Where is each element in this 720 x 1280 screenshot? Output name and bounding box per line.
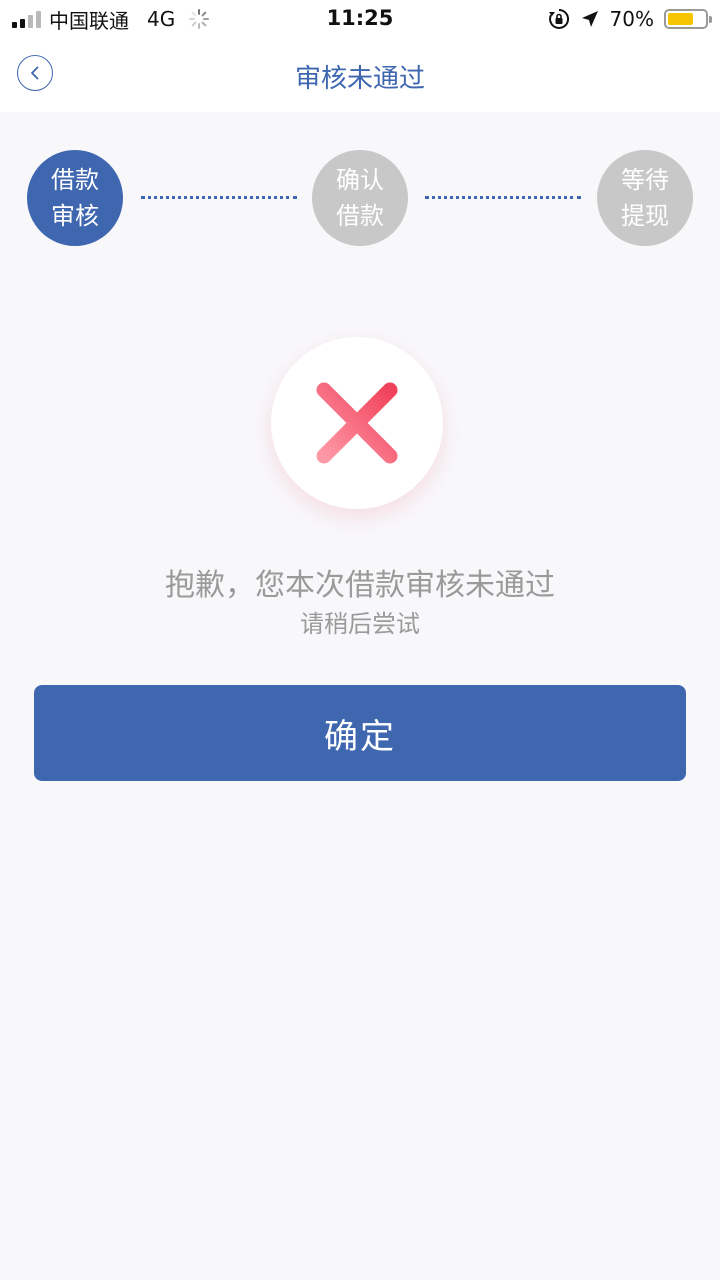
step-loan-review: 借款 审核 xyxy=(27,150,123,246)
battery-icon xyxy=(664,9,712,29)
step-label-line2: 借款 xyxy=(336,202,384,230)
step-await-withdrawal: 等待 提现 xyxy=(597,150,693,246)
step-label-line1: 借款 xyxy=(51,166,99,194)
step-confirm-loan: 确认 借款 xyxy=(312,150,408,246)
rotation-lock-icon xyxy=(548,8,569,29)
status-right: 70% xyxy=(548,6,712,32)
result-sub-message: 请稍后尝试 xyxy=(300,610,420,638)
page-title: 审核未通过 xyxy=(294,64,425,94)
location-arrow-icon xyxy=(581,11,598,27)
confirm-button[interactable]: 确定 xyxy=(34,685,686,781)
step-label-line2: 审核 xyxy=(51,202,99,230)
battery-percent: 70% xyxy=(609,7,654,31)
screen: 中国联通 4G 11:25 70% 审核未通过 借款 审核 确认 借款 等待 提… xyxy=(0,0,720,1280)
nav-bar: 审核未通过 xyxy=(0,38,720,112)
step-label-line1: 等待 xyxy=(621,166,669,194)
result-message: 抱歉，您本次借款审核未通过 xyxy=(165,568,555,603)
status-bar: 中国联通 4G 11:25 70% xyxy=(0,0,720,38)
step-label-line1: 确认 xyxy=(336,166,384,194)
step-label-line2: 提现 xyxy=(621,202,669,230)
battery-fill xyxy=(668,13,694,25)
step-connector xyxy=(141,196,297,199)
step-connector xyxy=(425,196,581,199)
close-icon xyxy=(316,382,398,464)
fail-icon-container xyxy=(271,337,443,509)
